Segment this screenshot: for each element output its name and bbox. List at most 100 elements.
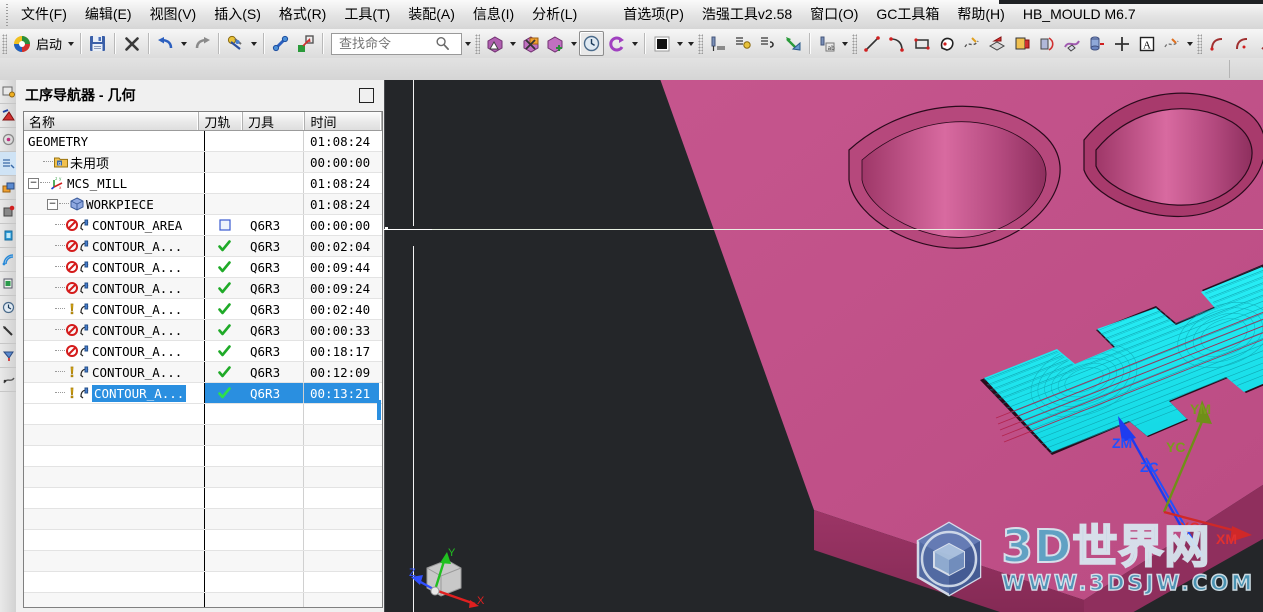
- table-row[interactable]: − z y x MCS_MILL 01:08:24: [24, 173, 382, 194]
- history-icon[interactable]: [0, 248, 16, 272]
- menu-help[interactable]: 帮助(H): [948, 1, 1013, 28]
- start-dropdown-arrow[interactable]: [65, 32, 76, 55]
- table-row[interactable]: CONTOUR_AREA Q6R3 00:00:00: [24, 215, 382, 236]
- point-icon[interactable]: [1109, 31, 1134, 56]
- table-row[interactable]: CONTOUR_A... Q6R3 00:02:40: [24, 299, 382, 320]
- close-icon[interactable]: [119, 31, 144, 56]
- arc-icon[interactable]: [884, 31, 909, 56]
- table-row-empty[interactable]: [24, 425, 382, 446]
- verify-toolpath-icon[interactable]: ab: [814, 31, 839, 56]
- menubar-grip[interactable]: [1, 3, 12, 26]
- show-all-icon[interactable]: [543, 31, 568, 56]
- render-style-dropdown-arrow[interactable]: [507, 32, 518, 55]
- profile-icon[interactable]: [934, 31, 959, 56]
- color-more-arrow[interactable]: [685, 32, 696, 55]
- menu-preferences[interactable]: 首选项(P): [614, 1, 693, 28]
- clock-icon[interactable]: [579, 31, 605, 56]
- table-row[interactable]: − WORKPIECE 01:08:24: [24, 194, 382, 215]
- toolbar-grip-4[interactable]: [852, 33, 858, 54]
- column-header-tool[interactable]: 刀具: [243, 112, 306, 130]
- refresh-icon[interactable]: [604, 31, 629, 56]
- table-row-empty[interactable]: [24, 551, 382, 572]
- menu-hb-mould[interactable]: HB_MOULD M6.7: [1014, 3, 1145, 26]
- undo-icon[interactable]: [153, 31, 178, 56]
- toolbar-grip-3[interactable]: [698, 33, 704, 54]
- view-orientation-triad[interactable]: X Y Z: [399, 542, 489, 610]
- fillet-icon[interactable]: [1204, 31, 1229, 56]
- save-icon[interactable]: [85, 31, 110, 56]
- menu-assembly[interactable]: 装配(A): [399, 1, 464, 28]
- table-row-empty[interactable]: [24, 404, 382, 425]
- table-row-empty[interactable]: [24, 572, 382, 593]
- start-button-label[interactable]: 启动: [34, 34, 65, 53]
- menu-file[interactable]: 文件(F): [12, 1, 76, 28]
- maximize-button[interactable]: [359, 88, 374, 103]
- search-command-box[interactable]: [331, 32, 463, 55]
- redo-icon[interactable]: [189, 31, 214, 56]
- menu-analysis[interactable]: 分析(L): [523, 1, 586, 28]
- menu-gc-toolbox[interactable]: GC工具箱: [867, 1, 948, 28]
- menu-edit[interactable]: 编辑(E): [76, 1, 141, 28]
- machining-feature-icon[interactable]: [0, 344, 16, 368]
- menu-format[interactable]: 格式(R): [270, 1, 335, 28]
- operation-navigator-icon[interactable]: [0, 152, 16, 176]
- annotation-icon[interactable]: A: [1134, 31, 1159, 56]
- show-all-dropdown-arrow[interactable]: [568, 32, 579, 55]
- table-row[interactable]: g 未用项 00:00:00: [24, 152, 382, 173]
- column-header-time[interactable]: 时间: [305, 112, 382, 130]
- table-row-empty[interactable]: [24, 509, 382, 530]
- tree-expander[interactable]: −: [28, 177, 39, 189]
- line-icon[interactable]: [859, 31, 884, 56]
- toolbar-grip-2[interactable]: [475, 33, 481, 54]
- generate-toolpath-icon[interactable]: [780, 31, 805, 56]
- table-row-empty[interactable]: [24, 446, 382, 467]
- part-navigator-icon[interactable]: [0, 104, 16, 128]
- measure-icon[interactable]: [0, 368, 16, 392]
- table-row[interactable]: CONTOUR_A... Q6R3 00:09:24: [24, 278, 382, 299]
- create-operation-icon[interactable]: [705, 31, 730, 56]
- search-input[interactable]: [337, 35, 436, 52]
- table-row-selected[interactable]: CONTOUR_A... Q6R3 00:13:21: [24, 383, 382, 404]
- menu-information[interactable]: 信息(I): [464, 1, 523, 28]
- table-row-empty[interactable]: [24, 530, 382, 551]
- table-row[interactable]: CONTOUR_A... Q6R3 00:00:33: [24, 320, 382, 341]
- table-row[interactable]: CONTOUR_A... Q6R3 00:18:17: [24, 341, 382, 362]
- transform-icon[interactable]: [293, 31, 318, 56]
- hide-icon[interactable]: [518, 31, 543, 56]
- menu-view[interactable]: 视图(V): [141, 1, 206, 28]
- table-row-empty[interactable]: [24, 593, 382, 607]
- revolve-icon[interactable]: [1034, 31, 1059, 56]
- table-row-empty[interactable]: [24, 488, 382, 509]
- refresh-dropdown-arrow[interactable]: [629, 32, 640, 55]
- process-studio-icon[interactable]: [0, 272, 16, 296]
- web-browser-icon[interactable]: [0, 224, 16, 248]
- reuse-library-icon[interactable]: [0, 176, 16, 200]
- search-dropdown-arrow[interactable]: [462, 32, 473, 55]
- sweep-icon[interactable]: [1059, 31, 1084, 56]
- menu-haoqiang-tools[interactable]: 浩强工具v2.58: [693, 1, 801, 28]
- hd3d-tools-icon[interactable]: [0, 200, 16, 224]
- sketch-curve-icon[interactable]: [959, 31, 984, 56]
- datum-plane-icon[interactable]: [984, 31, 1009, 56]
- link-icon[interactable]: [268, 31, 293, 56]
- menu-tools[interactable]: 工具(T): [335, 1, 399, 28]
- chamfer-icon[interactable]: [1229, 31, 1254, 56]
- graphics-viewport[interactable]: ZM ZC YC YM XC XM X Y Z 3D世界网 WWW.3DSJW.…: [384, 80, 1263, 612]
- toolbar-grip-1[interactable]: [2, 33, 7, 54]
- trim-icon[interactable]: [1254, 31, 1263, 56]
- constraint-navigator-icon[interactable]: [0, 128, 16, 152]
- table-row[interactable]: CONTOUR_A... Q6R3 00:12:09: [24, 362, 382, 383]
- menu-window[interactable]: 窗口(O): [801, 1, 867, 28]
- color-swatch-icon[interactable]: [649, 31, 674, 56]
- model-history-icon[interactable]: [0, 80, 16, 104]
- menu-insert[interactable]: 插入(S): [205, 1, 270, 28]
- color-dropdown-arrow[interactable]: [674, 32, 685, 55]
- system-scene-icon[interactable]: [0, 320, 16, 344]
- tree-expander[interactable]: −: [47, 198, 58, 210]
- cut-icon[interactable]: [223, 31, 248, 56]
- rectangle-icon[interactable]: [909, 31, 934, 56]
- sketch-dropdown-arrow[interactable]: [1184, 32, 1195, 55]
- extrude-icon[interactable]: [1009, 31, 1034, 56]
- create-program-icon[interactable]: [730, 31, 755, 56]
- render-style-icon[interactable]: [482, 31, 507, 56]
